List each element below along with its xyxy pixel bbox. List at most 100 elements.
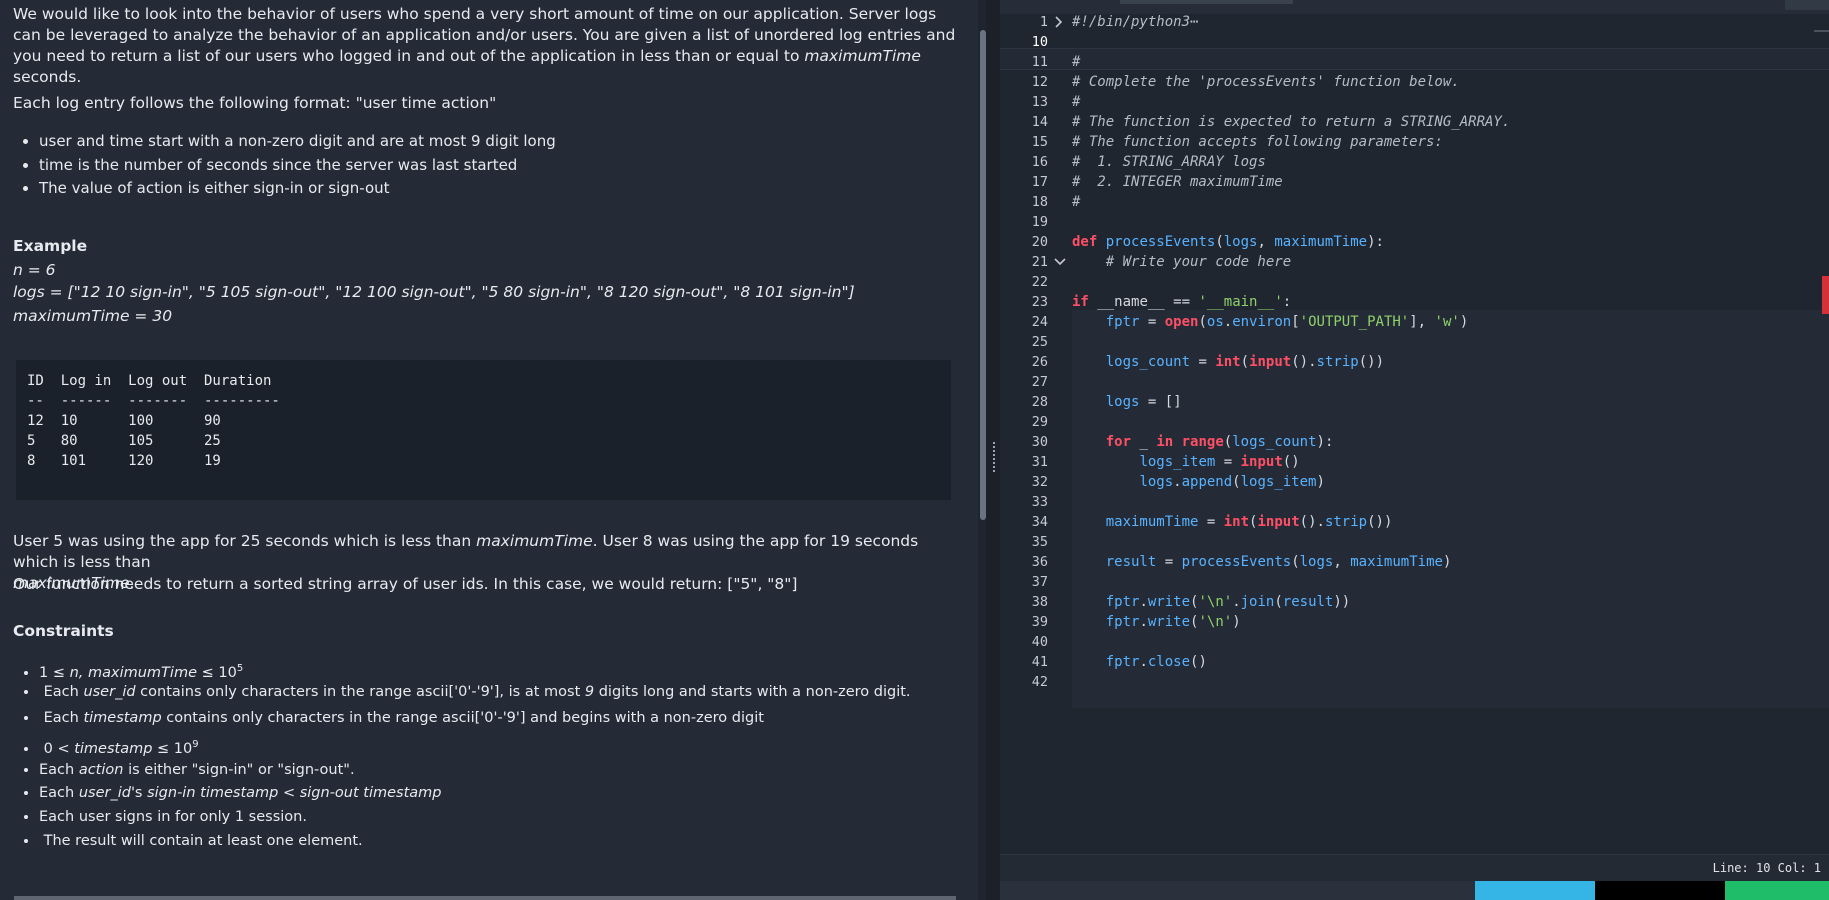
code-line[interactable]: # Complete the 'processEvents' function … — [1072, 74, 1460, 90]
constraint-italic: n, maximumTime — [69, 664, 197, 681]
code-line[interactable]: logs.append(logs_item) — [1072, 474, 1324, 490]
code-line[interactable]: def processEvents(logs, maximumTime): — [1072, 234, 1384, 250]
editor-tab-indicator — [1120, 0, 1293, 4]
constraint-italic: user_id — [83, 684, 136, 700]
code-line[interactable]: fptr.close() — [1072, 654, 1207, 670]
error-marker — [1822, 276, 1829, 314]
constraint-italic: timestamp — [83, 710, 162, 726]
constraints-list: 1 ≤ n, maximumTime ≤ 105 Each user_id co… — [13, 658, 959, 855]
line-number: 30 — [1031, 434, 1048, 450]
code-line[interactable]: fptr = open(os.environ['OUTPUT_PATH'], '… — [1072, 314, 1469, 330]
line-number: 39 — [1031, 614, 1048, 630]
current-line-highlight — [1000, 48, 1829, 70]
code-line[interactable]: # The function is expected to return a S… — [1072, 114, 1510, 130]
code-line[interactable]: # 1. STRING_ARRAY logs — [1072, 154, 1266, 170]
line-number: 14 — [1031, 114, 1048, 130]
code-line[interactable]: # 2. INTEGER maximumTime — [1072, 174, 1283, 190]
line-number: 32 — [1031, 474, 1048, 490]
chevron-right-icon[interactable] — [1054, 16, 1064, 31]
cursor-position: Line: 10 Col: 1 — [1712, 861, 1821, 875]
line-number: 40 — [1031, 634, 1048, 650]
line-number: 16 — [1031, 154, 1048, 170]
custom-input-button[interactable] — [1475, 881, 1595, 900]
list-item: 1 ≤ n, maximumTime ≤ 105 — [39, 658, 959, 682]
code-line[interactable]: # The function accepts following paramet… — [1072, 134, 1443, 150]
code-line[interactable]: fptr.write('\n') — [1072, 614, 1241, 630]
code-line[interactable]: # — [1072, 94, 1080, 110]
code-editor[interactable]: 1 #!/bin/python3⋯ 10 11 #12 # Complete the 'p… — [1000, 0, 1829, 900]
example-maxtime: maximumTime = 30 — [13, 307, 173, 325]
list-item: Each timestamp contains only characters … — [39, 708, 959, 734]
list-item: Each user_id contains only characters in… — [39, 682, 959, 708]
run-code-button[interactable] — [1595, 881, 1725, 900]
line-number: 22 — [1031, 274, 1048, 290]
line-number: 25 — [1031, 334, 1048, 350]
code-line[interactable]: for _ in range(logs_count): — [1072, 434, 1334, 450]
line-number: 21 — [1031, 254, 1048, 270]
line-number: 13 — [1031, 94, 1048, 110]
constraint-text: contains only characters in the range as… — [135, 684, 585, 700]
submit-code-button[interactable] — [1725, 881, 1829, 900]
constraint-text: Each — [43, 684, 84, 700]
line-number: 35 — [1031, 534, 1048, 550]
code-line[interactable]: # Write your code here — [1072, 254, 1291, 270]
code-line[interactable]: # — [1072, 54, 1080, 70]
line-number: 36 — [1031, 554, 1048, 570]
constraint-sup: 5 — [236, 663, 244, 674]
constraint-text: contains only characters in the range as… — [161, 710, 764, 726]
format-bullets: user and time start with a non-zero digi… — [13, 130, 939, 201]
constraint-text: 's — [130, 785, 148, 801]
line-number: 34 — [1031, 514, 1048, 530]
example-table-text: ID Log in Log out Duration -- ------ ---… — [27, 373, 280, 469]
constraint-italic: sign-in timestamp < sign-out timestamp — [147, 785, 442, 801]
code-line[interactable]: logs_count = int(input().strip()) — [1072, 354, 1384, 370]
line-number: 37 — [1031, 574, 1048, 590]
line-number: 33 — [1031, 494, 1048, 510]
line-number: 42 — [1031, 674, 1048, 690]
intro-italic: maximumTime — [804, 47, 921, 65]
code-line[interactable]: logs_item = input() — [1072, 454, 1299, 470]
code-line[interactable]: fptr.write('\n'.join(result)) — [1072, 594, 1351, 610]
list-item: time is the number of seconds since the … — [39, 154, 939, 178]
code-line[interactable]: if __name__ == '__main__': — [1072, 294, 1291, 310]
line-number: 31 — [1031, 454, 1048, 470]
constraint-text: is either "sign-in" or "sign-out". — [123, 762, 355, 778]
example-n: n = 6 — [13, 261, 56, 279]
constraint-text: Each — [43, 710, 84, 726]
line-number: 12 — [1031, 74, 1048, 90]
horizontal-scrollbar[interactable] — [14, 896, 956, 900]
code-line[interactable]: logs = [] — [1072, 394, 1182, 410]
constraint-sup: 9 — [192, 739, 199, 750]
code-line[interactable]: # — [1072, 194, 1080, 210]
constraint-italic: user_id — [78, 785, 131, 801]
constraint-italic: timestamp — [74, 740, 153, 757]
problem-pane[interactable]: We would like to look into the behavior … — [0, 0, 978, 900]
code-line[interactable]: result = processEvents(logs, maximumTime… — [1072, 554, 1452, 570]
code-line[interactable]: #!/bin/python3⋯ — [1072, 14, 1198, 30]
line-number: 24 — [1031, 314, 1048, 330]
drag-handle-icon[interactable] — [990, 440, 998, 480]
code-line[interactable]: maximumTime = int(input().strip()) — [1072, 514, 1393, 530]
line-number: 20 — [1031, 234, 1048, 250]
list-item: Each user_id's sign-in timestamp < sign-… — [39, 783, 959, 807]
constraints-heading: Constraints — [13, 622, 114, 640]
list-item: The result will contain at least one ele… — [39, 831, 959, 855]
editor-status-bar: Line: 10 Col: 1 — [1000, 854, 1829, 881]
line-number: 41 — [1031, 654, 1048, 670]
line-number: 17 — [1031, 174, 1048, 190]
constraint-text: digits long and starts with a non-zero d… — [594, 684, 911, 700]
example-heading: Example — [13, 237, 88, 255]
explanation-text: User 5 was using the app for 25 seconds … — [13, 532, 477, 550]
list-item: Each user signs in for only 1 session. — [39, 807, 959, 831]
chevron-down-icon[interactable] — [1054, 256, 1066, 270]
constraint-text: The result will contain at least one ele… — [43, 833, 363, 849]
line-number: 23 — [1031, 294, 1048, 310]
line-number: 28 — [1031, 394, 1048, 410]
example-table: ID Log in Log out Duration -- ------ ---… — [16, 360, 951, 500]
constraint-text: 0 < — [43, 740, 75, 757]
line-number: 26 — [1031, 354, 1048, 370]
editor-toolbar-button[interactable] — [1785, 0, 1829, 10]
code-area[interactable]: 1 #!/bin/python3⋯ 10 11 #12 # Complete the 'p… — [1000, 14, 1829, 854]
list-item: user and time start with a non-zero digi… — [39, 130, 939, 154]
intro-text-end: seconds. — [13, 68, 82, 86]
